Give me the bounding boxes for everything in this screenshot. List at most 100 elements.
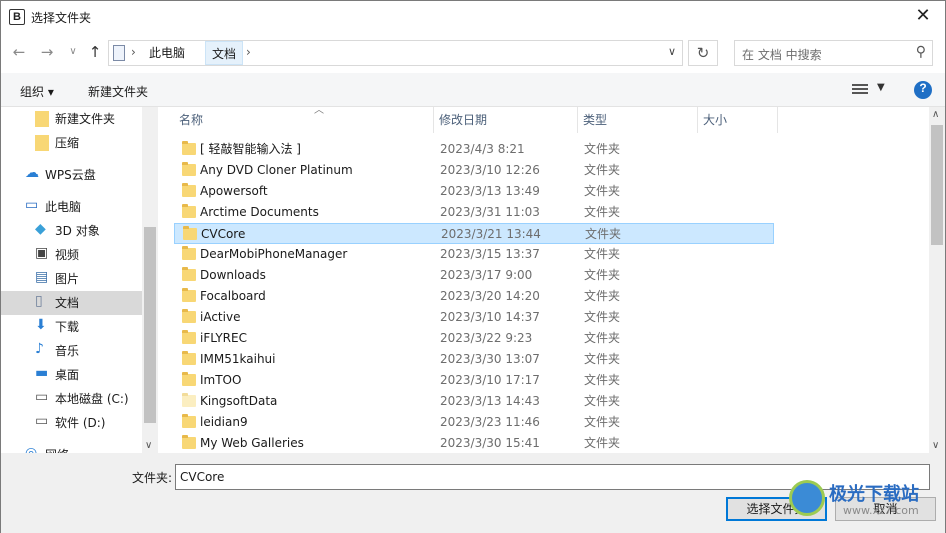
column-name-label: 名称 xyxy=(179,113,204,127)
sidebar-item[interactable]: ◆ 3D 对象 xyxy=(1,219,142,243)
sidebar-item-label: 视频 xyxy=(55,248,80,262)
file-type: 文件夹 xyxy=(584,289,621,303)
file-name: Apowersoft xyxy=(200,184,268,198)
sidebar-item[interactable]: ▭ 软件 (D:) xyxy=(1,411,142,435)
scroll-down-icon[interactable]: ∨ xyxy=(932,440,939,451)
sidebar-item-label: 本地磁盘 (C:) xyxy=(55,392,129,406)
file-row[interactable]: Arctime Documents 2023/3/31 11:03 文件夹 xyxy=(174,202,774,223)
file-row[interactable]: Focalboard 2023/3/20 14:20 文件夹 xyxy=(174,286,774,307)
file-list: ︿ 名称 修改日期 类型 大小 ∧ ∨ [ 轻敲智能输入法 ] 2023/4/3 … xyxy=(158,107,945,453)
sidebar-item[interactable]: ⬇ 下载 xyxy=(1,315,142,339)
sidebar-item-label: 软件 (D:) xyxy=(55,416,106,430)
file-row[interactable]: ImTOO 2023/3/10 17:17 文件夹 xyxy=(174,370,774,391)
file-row[interactable]: Downloads 2023/3/17 9:00 文件夹 xyxy=(174,265,774,286)
file-row[interactable]: My Web Galleries 2023/3/30 15:41 文件夹 xyxy=(174,433,774,453)
file-type: 文件夹 xyxy=(584,415,621,429)
file-name: leidian9 xyxy=(200,415,248,429)
folder-icon xyxy=(182,435,196,449)
cube-icon: ◆ xyxy=(35,221,46,237)
help-button[interactable]: ? xyxy=(914,81,932,99)
file-row[interactable]: leidian9 2023/3/23 11:46 文件夹 xyxy=(174,412,774,433)
folder-icon xyxy=(182,204,196,218)
column-size[interactable]: 大小 xyxy=(698,107,778,133)
search-placeholder: 在 文档 中搜索 xyxy=(742,48,822,62)
folder-icon xyxy=(182,330,196,344)
sidebar-item-label: 网络 xyxy=(45,443,69,453)
sidebar-item[interactable]: ◎ 网络 xyxy=(1,443,142,454)
file-row[interactable]: Any DVD Cloner Platinum 2023/3/10 12:26 文件… xyxy=(174,160,774,181)
new-folder-button[interactable]: 新建文件夹 xyxy=(88,83,148,100)
sidebar-item[interactable]: ▣ 视频 xyxy=(1,243,142,267)
sidebar-item-label: 此电脑 xyxy=(45,200,82,214)
scrollbar-thumb[interactable] xyxy=(144,227,156,423)
sidebar-item-label: WPS云盘 xyxy=(45,168,96,182)
search-icon: ⚲ xyxy=(915,44,926,60)
file-name: KingsoftData xyxy=(200,394,278,408)
sidebar-item[interactable]: ▤ 图片 xyxy=(1,267,142,291)
breadcrumb-this-pc[interactable]: 此电脑 xyxy=(143,41,191,65)
sidebar-item[interactable]: 新建文件夹 xyxy=(1,107,142,131)
desktop-icon: ▬ xyxy=(35,365,49,381)
file-row[interactable]: KingsoftData 2023/3/13 14:43 文件夹 xyxy=(174,391,774,412)
chevron-down-icon[interactable]: ∨ xyxy=(668,45,676,58)
sidebar-item-label: 新建文件夹 xyxy=(55,112,116,126)
file-type: 文件夹 xyxy=(584,310,621,324)
file-type: 文件夹 xyxy=(584,142,621,156)
sidebar-item[interactable]: ▭ 此电脑 xyxy=(1,195,142,219)
file-name: IMM51kaihui xyxy=(200,352,276,366)
file-row[interactable]: IMM51kaihui 2023/3/30 13:07 文件夹 xyxy=(174,349,774,370)
refresh-button[interactable]: ↻ xyxy=(688,40,718,66)
view-dropdown-icon[interactable]: ▼ xyxy=(877,82,885,93)
file-list-scrollbar[interactable]: ∧ ∨ xyxy=(929,107,945,453)
recent-locations-button[interactable]: ∨ xyxy=(63,42,83,62)
sidebar-item[interactable]: ☁ WPS云盘 xyxy=(1,163,142,187)
forward-button[interactable]: → xyxy=(37,42,57,62)
file-row[interactable]: iActive 2023/3/10 14:37 文件夹 xyxy=(174,307,774,328)
file-modified-date: 2023/3/30 13:07 xyxy=(440,352,540,366)
back-button[interactable]: ← xyxy=(9,42,29,62)
file-row[interactable]: iFLYREC 2023/3/22 9:23 文件夹 xyxy=(174,328,774,349)
file-modified-date: 2023/3/21 13:44 xyxy=(441,227,541,241)
scrollbar-thumb[interactable] xyxy=(931,125,943,245)
app-icon: B xyxy=(9,9,25,25)
column-name[interactable]: ︿ 名称 xyxy=(174,107,434,133)
computer-icon: ▭ xyxy=(25,197,39,213)
scroll-up-icon[interactable]: ∧ xyxy=(932,109,939,120)
file-row[interactable]: DearMobiPhoneManager 2023/3/15 13:37 文件夹 xyxy=(174,244,774,265)
sidebar-item-label: 压缩 xyxy=(55,136,80,150)
watermark-url: www.xz7.com xyxy=(843,504,919,517)
sidebar-item[interactable]: ▭ 本地磁盘 (C:) xyxy=(1,387,142,411)
column-modified[interactable]: 修改日期 xyxy=(434,107,578,133)
breadcrumb-documents[interactable]: 文档 xyxy=(205,41,244,65)
search-input[interactable]: 在 文档 中搜索 ⚲ xyxy=(734,40,933,66)
file-row[interactable]: CVCore 2023/3/21 13:44 文件夹 xyxy=(174,223,774,244)
sidebar-item[interactable]: 压缩 xyxy=(1,131,142,155)
file-modified-date: 2023/3/10 14:37 xyxy=(440,310,540,324)
address-bar[interactable]: › 此电脑 文档 › ∨ xyxy=(108,40,683,66)
close-button[interactable]: ✕ xyxy=(901,1,945,31)
view-options-icon[interactable] xyxy=(852,84,868,96)
sidebar-item[interactable]: ♪ 音乐 xyxy=(1,339,142,363)
folder-icon xyxy=(182,372,196,386)
window-title: 选择文件夹 xyxy=(31,11,92,25)
folder-icon xyxy=(35,135,49,151)
organize-menu[interactable]: 组织 ▾ xyxy=(20,83,54,100)
file-type: 文件夹 xyxy=(584,331,621,345)
breadcrumb-separator: › xyxy=(246,45,251,59)
folder-icon xyxy=(182,414,196,428)
navigation-scrollbar[interactable]: ∨ xyxy=(142,107,158,453)
sidebar-item[interactable]: ▬ 桌面 xyxy=(1,363,142,387)
file-row[interactable]: Apowersoft 2023/3/13 13:49 文件夹 xyxy=(174,181,774,202)
column-type[interactable]: 类型 xyxy=(578,107,698,133)
file-modified-date: 2023/3/13 14:43 xyxy=(440,394,540,408)
file-modified-date: 2023/3/17 9:00 xyxy=(440,268,533,282)
scroll-down-icon[interactable]: ∨ xyxy=(145,440,152,451)
up-button[interactable]: ↑ xyxy=(85,42,105,62)
sidebar-item-label: 图片 xyxy=(55,272,80,286)
sidebar-item[interactable]: ▯ 文档 xyxy=(1,291,142,315)
folder-icon xyxy=(182,183,196,197)
file-name: Arctime Documents xyxy=(200,205,319,219)
file-type: 文件夹 xyxy=(584,247,621,261)
file-row[interactable]: [ 轻敲智能输入法 ] 2023/4/3 8:21 文件夹 xyxy=(174,139,774,160)
navigation-pane: ∨ 新建文件夹压缩 ☁ WPS云盘 ▭ 此电脑 ◆ 3D 对象 ▣ 视频 ▤ 图片 ▯ 文档 ⬇ 下载 ♪ 音乐… xyxy=(1,107,158,453)
